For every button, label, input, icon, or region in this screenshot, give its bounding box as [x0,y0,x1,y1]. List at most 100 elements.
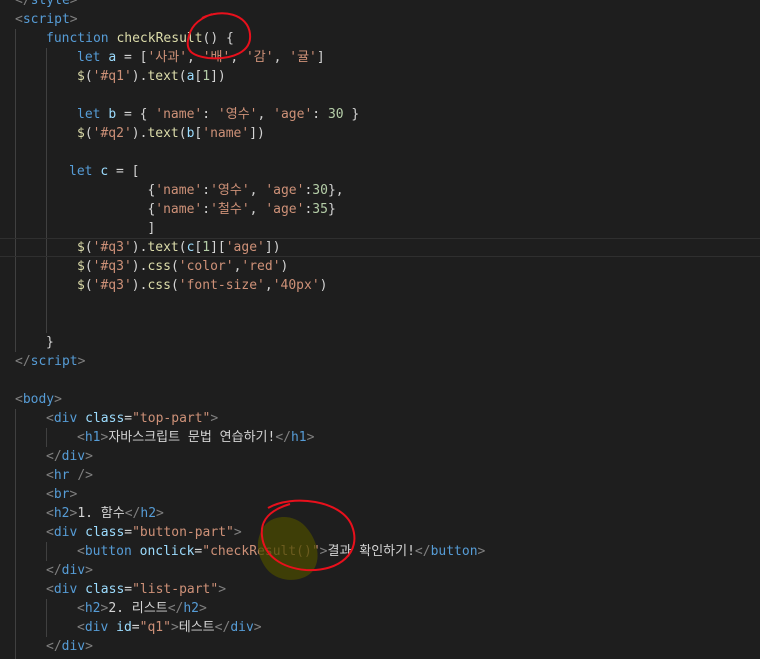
code-line[interactable] [0,314,760,333]
code-line[interactable] [0,86,760,105]
code-token: id [116,620,132,635]
code-token: div [53,411,78,426]
code-token: = [124,582,133,597]
code-line[interactable]: function checkResult() { [0,29,760,48]
code-token: 'age' [265,183,305,198]
code-line[interactable]: $('#q3').css('color','red') [0,257,760,276]
code-token: , [249,202,266,217]
indent-guide [46,219,47,238]
code-line[interactable]: ] [0,219,760,238]
code-line[interactable]: <div class="list-part"> [0,580,760,599]
code-line[interactable]: <hr /> [0,466,760,485]
code-line[interactable]: <div id="q1">테스트</div> [0,618,760,637]
code-lines[interactable]: </style> <script> function checkResult() {… [0,0,760,659]
code-token: body [22,392,55,407]
indent-guide [46,67,47,86]
code-token: > [69,0,78,8]
code-line[interactable]: <script> [0,10,760,29]
code-token: </ [124,506,141,521]
indent-guide [15,447,16,466]
code-token: > [170,620,179,635]
code-token: ] [316,50,325,65]
indent-guide [46,239,47,256]
code-line[interactable]: let a = ['사과', '배', '감', '귤'] [0,48,760,67]
code-line[interactable] [0,143,760,162]
code-line[interactable] [0,371,760,390]
code-token: > [85,563,93,578]
code-token: : [312,107,328,122]
code-text: <h1>자바스크립트 문법 연습하기!</h1> [77,428,314,447]
code-token: button [430,544,478,559]
code-token: text [147,240,179,255]
code-token: < [46,525,54,540]
code-line[interactable]: <button onclick="checkResult()">결과 확인하기!… [0,542,760,561]
code-token: 'font-size' [178,278,265,293]
code-token: "checkResult()" [202,544,320,559]
code-token: </ [275,430,291,445]
indent-guide [15,504,16,523]
code-token: </ [46,563,62,578]
code-token: > [218,582,227,597]
code-line[interactable] [0,295,760,314]
code-line[interactable]: {'name':'영수', 'age':30}, [0,181,760,200]
code-line[interactable]: </div> [0,561,760,580]
code-line[interactable]: let b = { 'name': '영수', 'age': 30 } [0,105,760,124]
code-token: function [46,31,117,46]
code-token: br [53,487,70,502]
code-token: ( [84,240,93,255]
code-token: ( [178,240,187,255]
code-line[interactable]: <h2>2. 리스트</h2> [0,599,760,618]
indent-guide [15,580,16,599]
code-token: > [54,392,62,407]
code-line[interactable]: <div class="top-part"> [0,409,760,428]
code-token: 35 [312,202,328,217]
code-text: </div> [46,637,93,656]
code-token: css [147,259,171,274]
code-line[interactable]: $('#q2').text(b['name']) [0,124,760,143]
code-line[interactable]: <div class="button-part"> [0,523,760,542]
code-text: {'name':'철수', 'age':35} [77,200,335,219]
code-token: $ [77,126,85,141]
code-line[interactable]: </script> [0,352,760,371]
code-line[interactable]: $('#q3').text(c[1]['age']) [0,238,760,257]
code-text: {'name':'영수', 'age':30}, [77,181,343,200]
code-token: ( [84,278,93,293]
code-line[interactable]: $('#q3').css('font-size','40px') [0,276,760,295]
indent-guide [46,257,47,276]
indent-guide [15,181,16,200]
indent-guide [46,86,47,105]
code-text: <hr /> [46,466,93,485]
code-line[interactable]: <body> [0,390,760,409]
code-token: 'name' [155,202,203,217]
indent-guide [15,143,16,162]
code-text: <button onclick="checkResult()">결과 확인하기!… [77,542,485,561]
code-line[interactable]: </div> [0,637,760,656]
code-token: h1 [84,430,101,445]
code-line[interactable]: </style> [0,0,760,10]
code-line[interactable]: <h1>자바스크립트 문법 연습하기!</h1> [0,428,760,447]
code-line[interactable]: $('#q1').text(a[1]) [0,67,760,86]
code-token: ) [280,259,289,274]
code-token: > [156,506,164,521]
code-line[interactable]: </div> [0,447,760,466]
code-token: = [131,620,140,635]
code-line[interactable]: <h2>1. 함수</h2> [0,504,760,523]
code-token: checkResult [116,31,203,46]
code-token: = [ [108,164,140,179]
code-line[interactable]: } [0,333,760,352]
code-token: > [233,525,242,540]
indent-guide [15,542,16,561]
code-line[interactable]: <br> [0,485,760,504]
indent-guide [15,637,16,656]
code-token: h2 [84,601,101,616]
code-token: ( [170,259,179,274]
code-token: class [85,582,125,597]
code-token: '귤' [289,50,317,65]
code-line[interactable]: {'name':'철수', 'age':35} [0,200,760,219]
code-token: button [84,544,132,559]
code-token: } [46,335,54,350]
code-line[interactable]: let c = [ [0,162,760,181]
code-editor[interactable]: </style> <script> function checkResult() {… [0,0,760,659]
indent-guide [46,295,47,314]
